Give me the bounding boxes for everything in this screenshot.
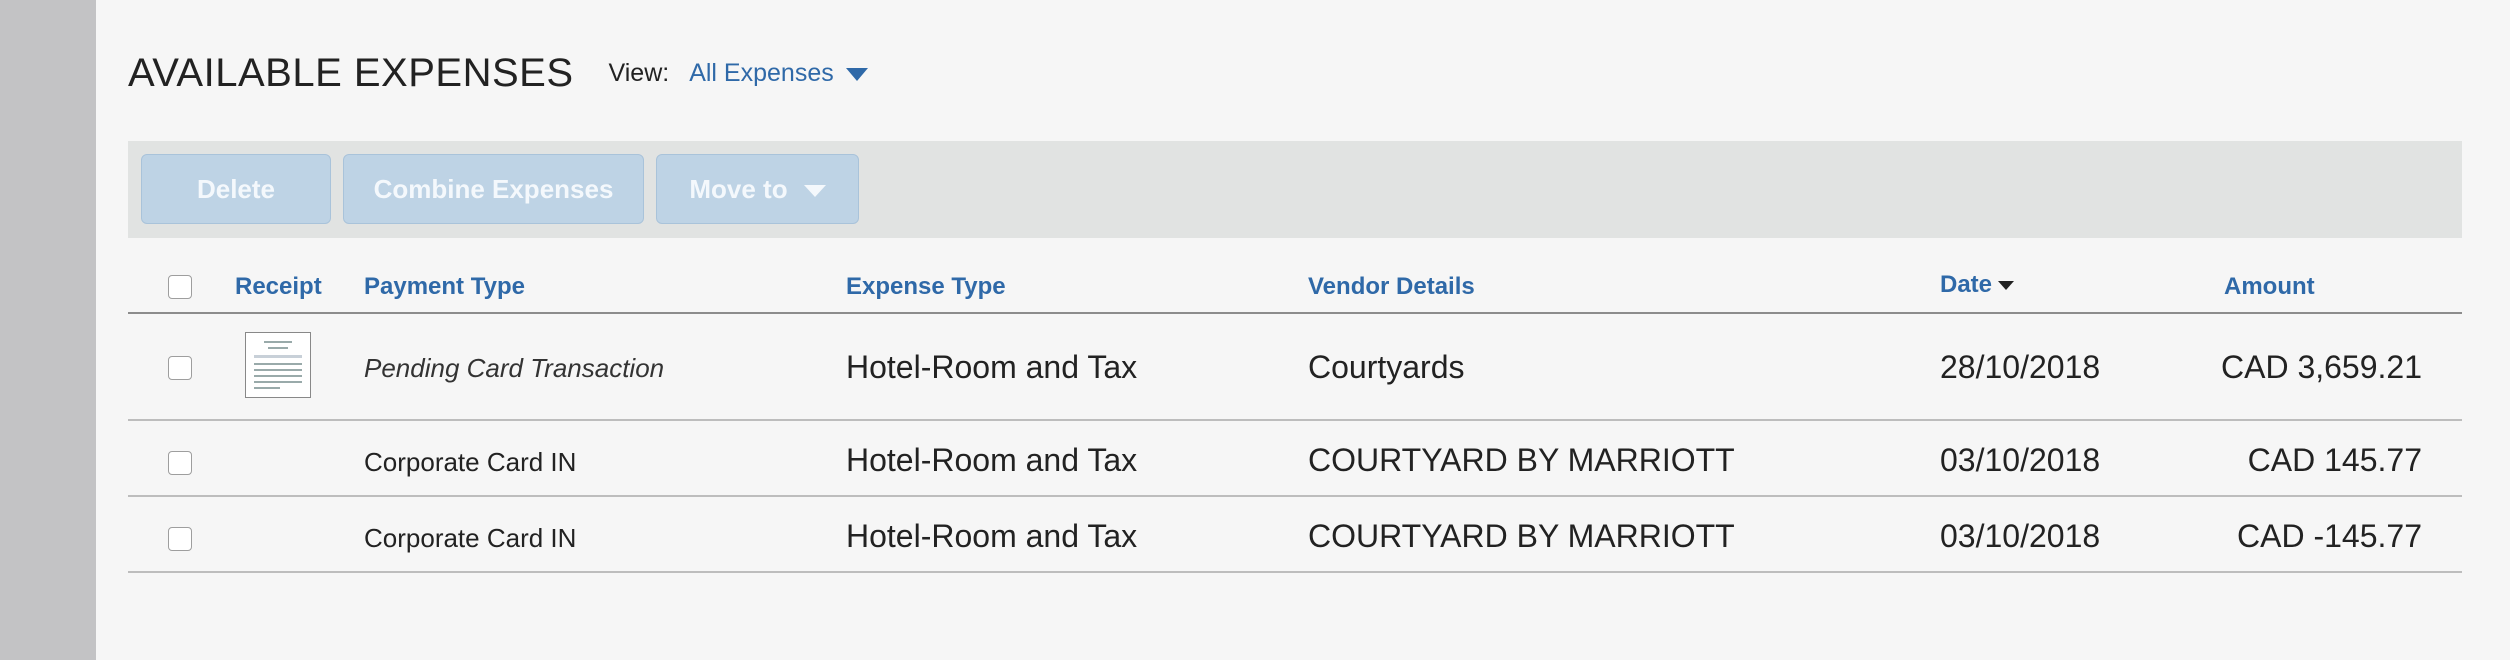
- chevron-down-icon: [803, 184, 826, 197]
- table-row[interactable]: Pending Card Transaction Hotel-Room and …: [128, 314, 2462, 421]
- chevron-down-icon: [845, 68, 868, 81]
- combine-expenses-label: Combine Expenses: [373, 173, 614, 204]
- column-header-payment-type[interactable]: Payment Type: [364, 273, 525, 301]
- sort-descending-icon: [1998, 280, 2015, 290]
- receipt-thumbnail-icon[interactable]: [245, 332, 311, 398]
- column-header-date-label: Date: [1940, 271, 1993, 298]
- column-header-date[interactable]: Date: [1940, 271, 2015, 299]
- expense-type: Hotel-Room and Tax: [846, 349, 1138, 385]
- expense-toolbar: Delete Combine Expenses Move to: [128, 141, 2462, 238]
- column-header-expense-type[interactable]: Expense Type: [846, 273, 1006, 301]
- expense-date: 28/10/2018: [1940, 349, 2101, 385]
- expense-amount: CAD 3,659.21: [2220, 349, 2422, 385]
- view-label: View:: [608, 58, 670, 87]
- vendor-details: COURTYARD BY MARRIOTT: [1308, 442, 1735, 478]
- view-dropdown[interactable]: All Expenses: [689, 59, 868, 88]
- column-header-amount[interactable]: Amount: [2224, 273, 2315, 301]
- page-title: AVAILABLE EXPENSES: [128, 50, 574, 95]
- view-dropdown-value: All Expenses: [689, 58, 834, 87]
- expense-type: Hotel-Room and Tax: [846, 518, 1138, 554]
- row-checkbox[interactable]: [168, 356, 192, 380]
- column-header-vendor-details[interactable]: Vendor Details: [1308, 273, 1475, 301]
- expenses-panel: AVAILABLE EXPENSES View: All Expenses De…: [96, 0, 2510, 660]
- delete-button-label: Delete: [196, 173, 276, 204]
- table-header: Receipt Payment Type Expense Type Vendor…: [128, 256, 2462, 314]
- move-to-label: Move to: [689, 173, 788, 204]
- column-header-receipt[interactable]: Receipt: [235, 273, 322, 301]
- payment-type: Corporate Card IN: [364, 523, 577, 553]
- payment-type: Pending Card Transaction: [364, 353, 665, 383]
- row-checkbox[interactable]: [168, 527, 192, 551]
- vendor-details: Courtyards: [1308, 349, 1465, 385]
- expense-amount: CAD 145.77: [2247, 442, 2422, 478]
- expense-date: 03/10/2018: [1940, 442, 2101, 478]
- table-row[interactable]: Corporate Card IN Hotel-Room and Tax COU…: [128, 421, 2462, 497]
- expense-date: 03/10/2018: [1940, 518, 2101, 554]
- table-row[interactable]: Corporate Card IN Hotel-Room and Tax COU…: [128, 497, 2462, 573]
- expense-amount: CAD -145.77: [2237, 518, 2422, 554]
- vendor-details: COURTYARD BY MARRIOTT: [1308, 518, 1735, 554]
- select-all-checkbox[interactable]: [168, 275, 192, 299]
- expense-type: Hotel-Room and Tax: [846, 442, 1138, 478]
- page-header: AVAILABLE EXPENSES View: All Expenses: [128, 48, 868, 98]
- combine-expenses-button[interactable]: Combine Expenses: [343, 154, 644, 224]
- row-checkbox[interactable]: [168, 451, 192, 475]
- payment-type: Corporate Card IN: [364, 447, 577, 477]
- delete-button[interactable]: Delete: [141, 154, 331, 224]
- move-to-button[interactable]: Move to: [656, 154, 859, 224]
